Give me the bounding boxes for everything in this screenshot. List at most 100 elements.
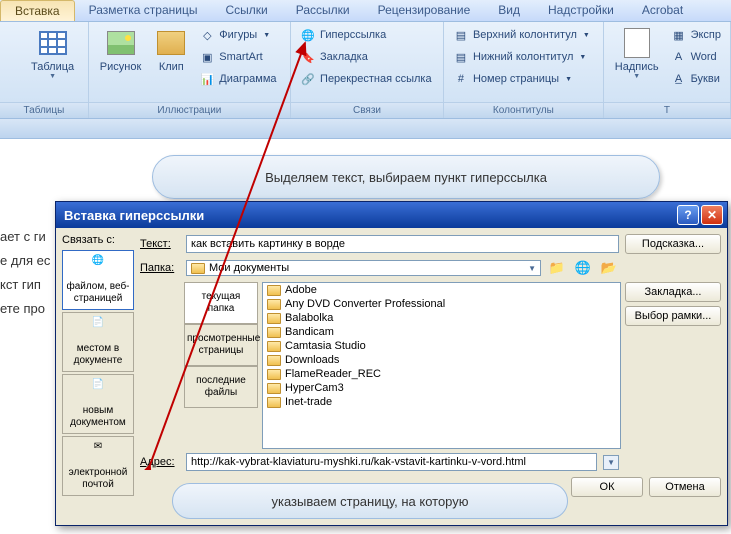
address-label: Адрес:	[140, 456, 180, 468]
folder-icon	[191, 263, 205, 274]
list-item[interactable]: Inet-trade	[263, 395, 620, 409]
shapes-icon: ◇	[199, 27, 215, 43]
dialog-title: Вставка гиперссылки	[60, 208, 675, 223]
file-web-icon: 🌐	[86, 255, 110, 279]
smartart-button[interactable]: ▣SmartArt	[195, 47, 280, 67]
crossref-icon: 🔗	[300, 71, 316, 87]
frame-button[interactable]: Выбор рамки...	[625, 306, 721, 326]
hyperlink-button[interactable]: 🌐Гиперссылка	[296, 25, 438, 45]
smartart-icon: ▣	[199, 49, 215, 65]
linkto-file[interactable]: 🌐файлом, веб-страницей	[62, 250, 134, 310]
tab-insert[interactable]: Вставка	[0, 0, 75, 21]
tab-mailings[interactable]: Рассылки	[282, 0, 364, 21]
up-button[interactable]: 📁	[547, 258, 567, 278]
picture-icon	[105, 27, 137, 59]
list-item[interactable]: HyperCam3	[263, 381, 620, 395]
tab-references[interactable]: Ссылки	[211, 0, 281, 21]
address-input[interactable]	[186, 453, 597, 471]
document-body: ает с ги е для ес кст гип ете про	[0, 225, 50, 321]
address-dropdown[interactable]: ▼	[603, 455, 619, 470]
email-icon: ✉	[86, 441, 110, 465]
tab-addins[interactable]: Надстройки	[534, 0, 628, 21]
clip-icon	[155, 27, 187, 59]
table-icon	[37, 27, 69, 59]
crossref-button[interactable]: 🔗Перекрестная ссылка	[296, 69, 438, 89]
bookmark-button[interactable]: Закладка...	[625, 282, 721, 302]
subnav-current[interactable]: текущая папка	[184, 282, 258, 324]
express-icon: ▦	[671, 27, 687, 43]
folder-icon	[267, 383, 281, 394]
hint-button[interactable]: Подсказка...	[625, 234, 721, 254]
newdoc-icon: 📄	[86, 379, 110, 403]
list-item[interactable]: Bandicam	[263, 325, 620, 339]
hyperlink-dialog: Вставка гиперссылки ? ✕ Связать с: 🌐файл…	[55, 201, 728, 526]
picture-button[interactable]: Рисунок	[94, 25, 148, 75]
subnav-viewed[interactable]: просмотренные страницы	[184, 324, 258, 366]
hyperlink-icon: 🌐	[300, 27, 316, 43]
file-list[interactable]: Adobe Any DVD Converter Professional Bal…	[262, 282, 621, 449]
textbox-icon	[621, 27, 653, 59]
folder-icon	[267, 397, 281, 408]
folder-icon	[267, 369, 281, 380]
linkto-label: Связать с:	[62, 234, 134, 246]
subnav-recent[interactable]: последние файлы	[184, 366, 258, 408]
shapes-button[interactable]: ◇Фигуры▼	[195, 25, 280, 45]
group-headerfooter-label: Колонтитулы	[444, 102, 603, 118]
help-button[interactable]: ?	[677, 205, 699, 225]
folder-icon	[267, 327, 281, 338]
clip-button[interactable]: Клип	[149, 25, 193, 75]
linkto-panel: Связать с: 🌐файлом, веб-страницей 📄место…	[62, 234, 134, 519]
folder-icon	[267, 355, 281, 366]
linkto-email[interactable]: ✉электронной почтой	[62, 436, 134, 496]
dropcap-button[interactable]: A̲Букви	[667, 69, 725, 89]
express-button[interactable]: ▦Экспр	[667, 25, 725, 45]
place-icon: 📄	[86, 317, 110, 341]
ruler	[0, 119, 731, 139]
ok-button[interactable]: ОК	[571, 477, 643, 497]
table-button[interactable]: Таблица▼	[25, 25, 80, 82]
linkto-newdoc[interactable]: 📄новым документом	[62, 374, 134, 434]
group-illustrations-label: Иллюстрации	[89, 102, 290, 118]
group-links-label: Связи	[291, 102, 443, 118]
chart-button[interactable]: 📊Диаграмма	[195, 69, 280, 89]
list-item[interactable]: Balabolka	[263, 311, 620, 325]
callout-top: Выделяем текст, выбираем пункт гиперссыл…	[152, 155, 660, 199]
browse-file-button[interactable]: 📂	[599, 258, 619, 278]
close-button[interactable]: ✕	[701, 205, 723, 225]
tab-layout[interactable]: Разметка страницы	[75, 0, 212, 21]
list-item[interactable]: Camtasia Studio	[263, 339, 620, 353]
chart-icon: 📊	[199, 71, 215, 87]
cancel-button[interactable]: Отмена	[649, 477, 721, 497]
dropcap-icon: A̲	[671, 71, 687, 87]
tab-view[interactable]: Вид	[484, 0, 534, 21]
linkto-place[interactable]: 📄местом в документе	[62, 312, 134, 372]
list-item[interactable]: Any DVD Converter Professional	[263, 297, 620, 311]
wordart-icon: A	[671, 49, 687, 65]
folder-select[interactable]: Мои документы ▼	[186, 260, 541, 276]
folder-icon	[267, 313, 281, 324]
text-input[interactable]	[186, 235, 619, 253]
list-item[interactable]: Downloads	[263, 353, 620, 367]
tab-acrobat[interactable]: Acrobat	[628, 0, 697, 21]
list-item[interactable]: Adobe	[263, 283, 620, 297]
text-label: Текст:	[140, 238, 180, 250]
footer-button[interactable]: ▤Нижний колонтитул▼	[449, 47, 598, 67]
group-tables-label: Таблицы	[0, 102, 88, 118]
dialog-titlebar[interactable]: Вставка гиперссылки ? ✕	[56, 202, 727, 228]
header-button[interactable]: ▤Верхний колонтитул▼	[449, 25, 598, 45]
browse-web-button[interactable]: 🌐	[573, 258, 593, 278]
footer-icon: ▤	[453, 49, 469, 65]
header-icon: ▤	[453, 27, 469, 43]
textbox-button[interactable]: Надпись▼	[609, 25, 665, 82]
wordart-button[interactable]: AWord	[667, 47, 725, 67]
folder-label: Папка:	[140, 262, 180, 274]
folder-icon	[267, 341, 281, 352]
tab-review[interactable]: Рецензирование	[364, 0, 485, 21]
bookmark-button[interactable]: 🔖Закладка	[296, 47, 438, 67]
folder-icon	[267, 285, 281, 296]
pagenum-button[interactable]: #Номер страницы▼	[449, 69, 598, 89]
list-item[interactable]: FlameReader_REC	[263, 367, 620, 381]
callout-bottom: указываем страницу, на которую	[172, 483, 568, 519]
folder-icon	[267, 299, 281, 310]
ribbon-tabs: Вставка Разметка страницы Ссылки Рассылк…	[0, 0, 731, 22]
